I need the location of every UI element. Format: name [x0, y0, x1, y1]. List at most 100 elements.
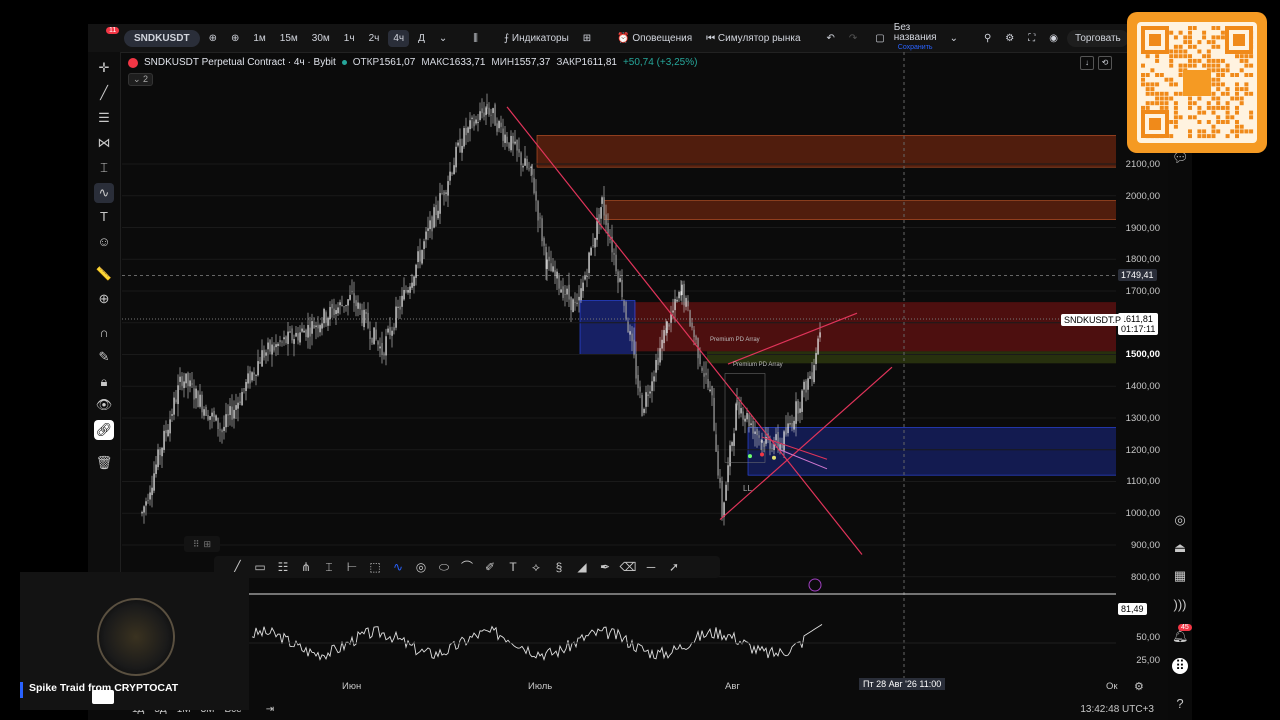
interval-30m[interactable]: 30м	[307, 30, 335, 47]
eraser-tool-icon[interactable]: ⌫	[619, 559, 637, 575]
undo-icon[interactable]: ↶	[822, 30, 840, 47]
redo-icon[interactable]: ↷	[844, 30, 862, 47]
price-range-tool-icon[interactable]: ⌶	[320, 559, 338, 575]
candle-body	[526, 158, 528, 169]
qr-module	[1164, 101, 1169, 106]
text-tool-icon[interactable]: T	[504, 559, 522, 575]
candle-body	[437, 210, 439, 219]
replay-button[interactable]: ⏮ Симулятор рынка	[701, 30, 805, 47]
fib-tool-icon[interactable]: ☷	[274, 559, 292, 575]
symbol-search[interactable]: SNDKUSDT	[124, 29, 200, 47]
interval-15m[interactable]: 15м	[275, 30, 303, 47]
legend-title[interactable]: SNDKUSDT Perpetual Contract · 4ч · Bybit	[144, 57, 336, 68]
fullscreen-icon[interactable]: ⛶	[1023, 30, 1040, 47]
qr-module	[1173, 35, 1178, 40]
callout-tool-icon[interactable]: ▭	[251, 559, 269, 575]
target-icon[interactable]: ◎	[1172, 512, 1188, 528]
pitchfork-tool-icon[interactable]: ⋔	[297, 559, 315, 575]
candle-body	[313, 324, 315, 329]
curve-tool-icon[interactable]: ⟡	[527, 559, 545, 575]
qr-module	[1206, 63, 1211, 68]
brush-tool-icon[interactable]: ✐	[481, 559, 499, 575]
add-symbol-icon[interactable]: ⊕	[226, 30, 244, 47]
rectangle-tool-icon[interactable]: ⬚	[366, 559, 384, 575]
trash-icon[interactable]: 🗑︎	[94, 453, 114, 473]
interval-2h[interactable]: 2ч	[364, 30, 385, 47]
trade-button[interactable]: Торговать	[1067, 29, 1129, 47]
qr-module	[1235, 91, 1239, 96]
interval-1h[interactable]: 1ч	[339, 30, 360, 47]
layers-icon[interactable]: ⏏	[1172, 540, 1188, 556]
clock[interactable]: 13:42:48 UTC+3	[1080, 704, 1154, 715]
interval-1m[interactable]: 1м	[248, 30, 270, 47]
camera-icon[interactable]: ◉	[1044, 30, 1063, 47]
candles-icon[interactable]: ⫼	[468, 30, 483, 47]
candle-body	[659, 348, 661, 363]
arc-tool-icon[interactable]: ⌒	[458, 559, 476, 575]
drawing-toolbar-handle[interactable]: ⠿ ⊞	[184, 536, 220, 552]
compare-icon[interactable]: ⊕	[204, 30, 222, 47]
lock-icon[interactable]: 🔒︎	[94, 372, 114, 392]
templates-icon[interactable]: ⊞	[578, 30, 596, 47]
candle-body	[265, 352, 267, 356]
settings-icon[interactable]: ⚙	[1000, 30, 1019, 47]
price-chart[interactable]	[122, 52, 1116, 692]
path-tool-icon[interactable]: ∿	[389, 559, 407, 575]
horizontal-line-tool-icon[interactable]: ─	[642, 559, 660, 575]
layout-square-icon[interactable]: ▢	[870, 30, 889, 47]
time-axis[interactable]: Июн Июль Авг Пт 28 Авг '26 11:00 Ок	[122, 678, 1118, 694]
indicators-collapse-button[interactable]: ⌄ 2	[128, 73, 154, 86]
help-icon[interactable]: ?	[1172, 696, 1188, 712]
circle-tool-icon[interactable]: ◎	[412, 559, 430, 575]
position-icon[interactable]: ⌶	[94, 158, 114, 178]
price-label: 1700,00	[1125, 286, 1160, 297]
reset-scale-icon[interactable]: ⟲	[1098, 56, 1112, 70]
pattern-icon[interactable]: ⋈	[94, 133, 114, 153]
axis-settings-icon[interactable]: ⚙	[1134, 680, 1144, 693]
qr-module	[1155, 73, 1160, 77]
candle-body	[815, 353, 817, 365]
calendar-icon[interactable]: ▦	[1172, 568, 1188, 584]
brush-icon[interactable]: ∿	[94, 183, 114, 203]
crosshair-icon[interactable]: ✛	[94, 58, 114, 78]
interval-1d[interactable]: Д	[413, 30, 430, 47]
arrow-tool-icon[interactable]: ➚	[665, 559, 683, 575]
alerts-button[interactable]: ⏰ Оповещения	[612, 30, 697, 47]
candle-body	[343, 306, 345, 308]
scroll-to-realtime-icon[interactable]: ↓	[1080, 56, 1094, 70]
broadcast-icon[interactable]: )))	[1172, 597, 1188, 613]
candle-body	[609, 239, 611, 240]
candle-body	[663, 330, 665, 344]
pencil-lock-icon[interactable]: ✎	[94, 347, 114, 367]
candle-body	[625, 302, 627, 319]
candle-body	[777, 431, 779, 447]
ellipse-tool-icon[interactable]: ⬭	[435, 559, 453, 575]
interval-4h[interactable]: 4ч	[388, 29, 410, 47]
ruler-icon[interactable]: 📏	[94, 264, 114, 284]
trendline-icon[interactable]: ╱	[94, 83, 114, 103]
date-range-tool-icon[interactable]: ⊢	[343, 559, 361, 575]
apps-grid-icon[interactable]: ⠿	[1172, 658, 1188, 674]
chevron-down-icon[interactable]: ⌄	[945, 30, 963, 47]
candle-body	[213, 410, 215, 418]
chevron-down-icon[interactable]: ⌄	[434, 30, 452, 47]
pattern-tool-icon[interactable]: §	[550, 559, 568, 575]
fib-icon[interactable]: ☰	[94, 108, 114, 128]
layout-name-block[interactable]: Без названия Сохранить	[894, 23, 937, 53]
date-range-icon[interactable]: ⇥	[266, 704, 274, 715]
candle-body	[279, 340, 281, 343]
emoji-icon[interactable]: ☺	[94, 231, 114, 251]
pen-tool-icon[interactable]: ✒	[596, 559, 614, 575]
zoom-in-icon[interactable]: ⊕	[94, 289, 114, 309]
highlighter-tool-icon[interactable]: ◢	[573, 559, 591, 575]
magnet-icon[interactable]: ∩	[94, 322, 114, 342]
qr-module	[1197, 96, 1202, 101]
eye-icon[interactable]: 👁︎	[94, 395, 114, 415]
menu-badge[interactable]: 11	[106, 27, 120, 34]
live-dot-icon	[341, 60, 347, 65]
indicators-button[interactable]: ⨍ Индикаторы	[499, 30, 574, 47]
text-icon[interactable]: T	[94, 206, 114, 226]
bar-countdown: 01:17:11	[1121, 324, 1156, 334]
link-icon[interactable]: 🔗︎	[94, 420, 114, 440]
quick-search-icon[interactable]: ⚲	[979, 30, 996, 47]
